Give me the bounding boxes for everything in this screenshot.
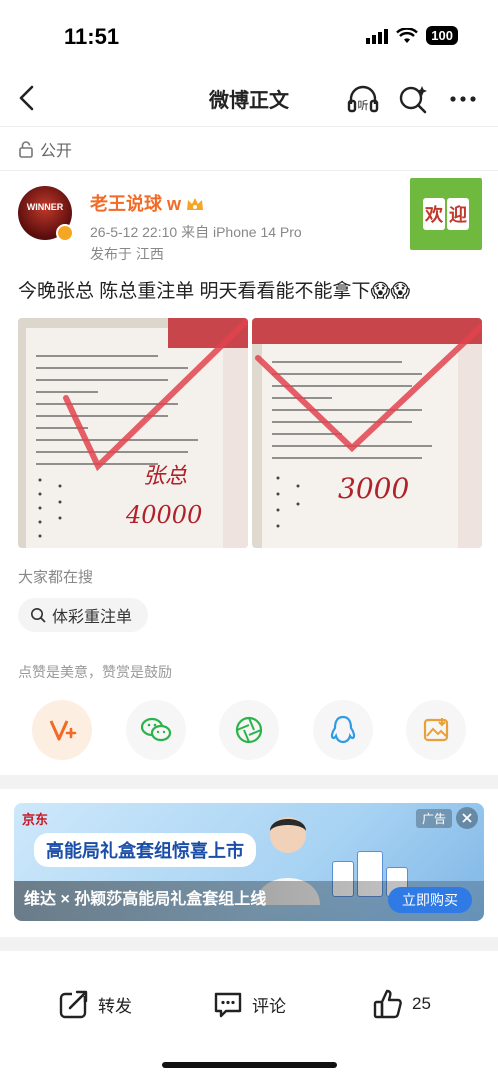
- ai-search-button[interactable]: [396, 82, 430, 116]
- thumbs-up-icon: [373, 989, 402, 1019]
- section-separator-1: [0, 775, 498, 789]
- close-icon: [462, 813, 472, 823]
- share-wechat-button[interactable]: [125, 700, 186, 760]
- trending-search-label: 大家都在搜: [18, 569, 94, 586]
- back-button[interactable]: [10, 80, 46, 116]
- status-icons: 100: [366, 26, 458, 45]
- repost-label: 转发: [98, 996, 132, 1016]
- handwriting-amount-2: 3000: [338, 472, 409, 505]
- visibility-divider: [0, 170, 498, 171]
- post-image-2[interactable]: 3000: [252, 318, 482, 548]
- more-horizontal-icon: [450, 96, 476, 102]
- status-time: 11:51: [64, 24, 120, 49]
- author-name-text: 老王说球: [90, 194, 162, 214]
- verified-badge: [56, 224, 74, 242]
- search-icon: [31, 608, 46, 623]
- advertisement-banner[interactable]: 京东 广告 高能局礼盒套组惊喜上市 维达 × 孙颖莎高能局礼盒套组上线 立即购买: [14, 803, 484, 921]
- post-image-1[interactable]: 张总 40000: [18, 318, 248, 548]
- reward-button[interactable]: [32, 700, 92, 760]
- battery-indicator: 100: [426, 26, 458, 45]
- status-bar: 11:51 100: [0, 0, 498, 70]
- listen-label: 听: [358, 99, 369, 112]
- trending-search-chip[interactable]: 体彩重注单: [18, 598, 149, 632]
- wifi-icon: [396, 27, 419, 43]
- share-row: [32, 700, 466, 762]
- home-indicator[interactable]: [162, 1062, 337, 1068]
- verified-mark: w: [167, 194, 182, 214]
- nav-bar: 微博正文 听: [0, 70, 498, 126]
- like-count: 25: [412, 994, 431, 1013]
- lottery-ticket-image-2: 3000: [252, 318, 482, 548]
- nav-divider: [0, 126, 498, 127]
- card-decoration[interactable]: 欢 迎: [410, 178, 482, 250]
- image-save-icon: [423, 718, 449, 742]
- headphones-icon: 听: [347, 85, 379, 113]
- qq-penguin-icon: [330, 715, 355, 744]
- crown-icon: [187, 198, 204, 210]
- lottery-ticket-image-1: 张总 40000: [18, 318, 248, 548]
- like-button[interactable]: 25: [372, 988, 431, 1020]
- comment-label: 评论: [252, 996, 286, 1016]
- wechat-icon: [140, 717, 171, 742]
- comment-icon: [214, 992, 242, 1018]
- post-meta: 26-5-12 22:10 来自 iPhone 14 Pro: [90, 224, 302, 240]
- reward-label: 点赞是美意，赞赏是鼓励: [18, 664, 172, 680]
- handwriting-name: 张总: [143, 464, 187, 489]
- nav-actions: 听: [346, 82, 480, 116]
- ad-slogan: 高能局礼盒套组惊喜上市: [34, 833, 256, 867]
- visibility-label: 公开: [40, 143, 73, 160]
- visibility-indicator: 公开: [18, 137, 72, 161]
- repost-button[interactable]: 转发: [58, 988, 132, 1020]
- share-moments-button[interactable]: [219, 700, 279, 760]
- v-plus-icon: [49, 720, 77, 741]
- more-button[interactable]: [446, 82, 480, 116]
- share-qq-button[interactable]: [312, 700, 373, 760]
- save-image-button[interactable]: [406, 700, 466, 760]
- decoration-char-2: 迎: [447, 198, 469, 230]
- cellular-signal-icon: [366, 28, 389, 44]
- trending-search-chip-label: 体彩重注单: [52, 609, 133, 626]
- ad-tag: 广告: [415, 809, 452, 828]
- lock-icon: [19, 141, 33, 158]
- ad-title: 维达 × 孙颖莎高能局礼盒套组上线: [24, 891, 267, 908]
- author-header: WINNER 老王说球 w 26-5-12 22:10 来自 iPhone 14…: [18, 178, 482, 266]
- ad-brand: 京东: [22, 812, 49, 827]
- avatar-text: WINNER: [26, 202, 64, 212]
- post-text: 今晚张总 陈总重注单 明天看看能不能拿下😱😱: [18, 281, 411, 302]
- author-name[interactable]: 老王说球 w: [90, 190, 204, 216]
- camera-aperture-icon: [235, 716, 263, 744]
- chevron-left-icon: [19, 85, 34, 111]
- comment-button[interactable]: 评论: [212, 988, 286, 1020]
- handwriting-amount-1: 40000: [125, 501, 202, 529]
- sparkle-search-icon: [399, 86, 427, 114]
- repost-icon: [59, 990, 90, 1019]
- ad-buy-button[interactable]: 立即购买: [388, 887, 472, 913]
- section-separator-2: [0, 937, 498, 951]
- listen-button[interactable]: 听: [346, 82, 380, 116]
- action-bar: 转发 评论 25: [0, 974, 498, 1034]
- ad-close-button[interactable]: [456, 807, 478, 829]
- post-location: 发布于 江西: [90, 246, 164, 262]
- decoration-char-1: 欢: [423, 198, 445, 230]
